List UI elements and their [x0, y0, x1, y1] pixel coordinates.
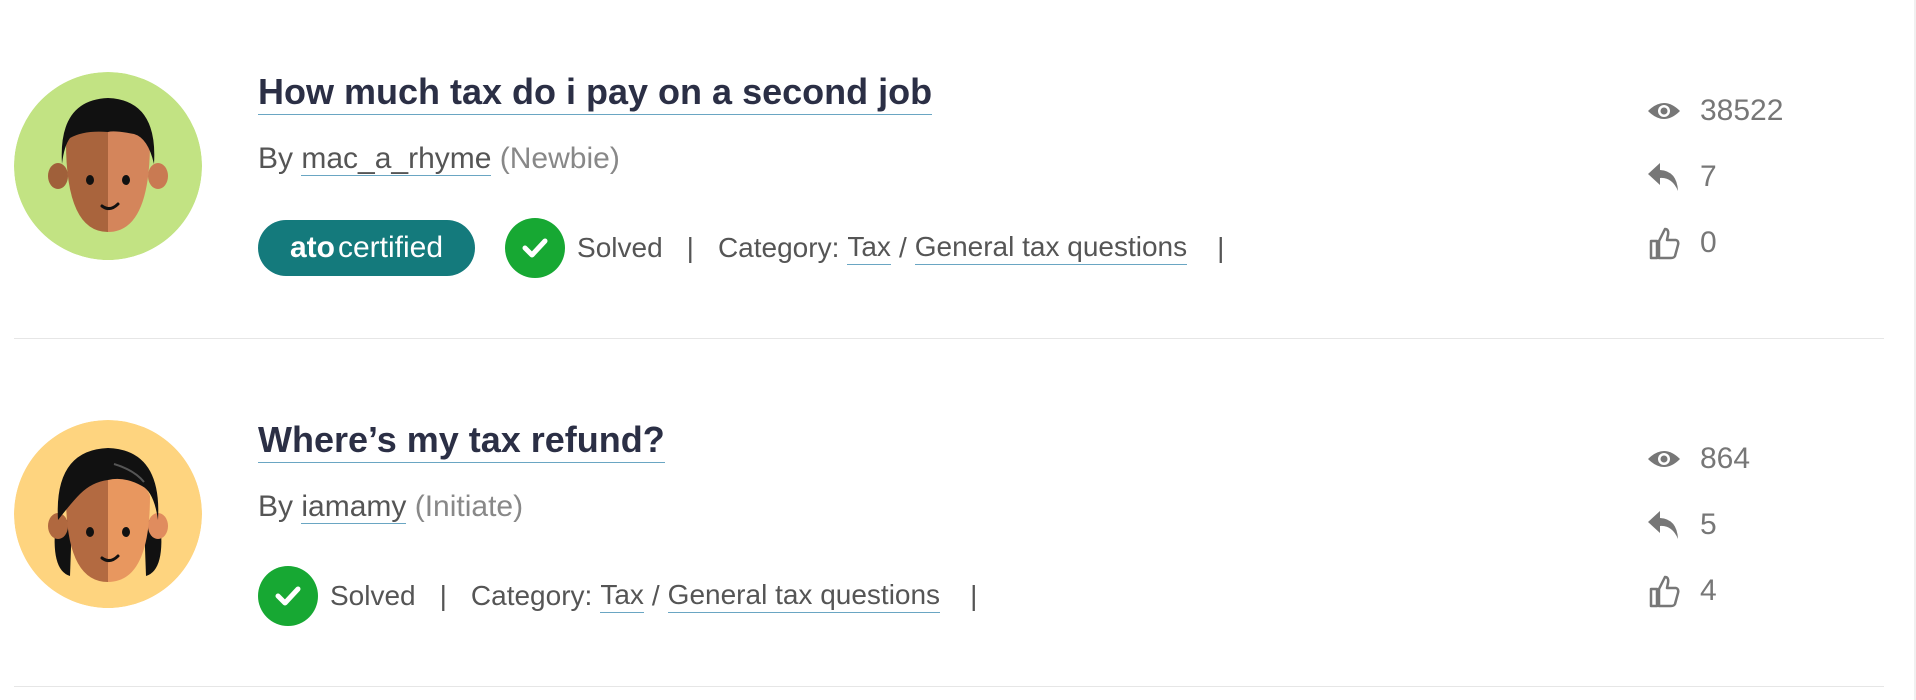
topic-title-link[interactable]: Where’s my tax refund? — [258, 420, 665, 463]
topic-list: How much tax do i pay on a second job By… — [0, 0, 1916, 700]
separator: | — [439, 580, 447, 611]
avatar[interactable] — [14, 72, 202, 260]
badge-certified-text: certified — [338, 231, 444, 264]
topic-stats: 864 5 4 — [1644, 426, 1844, 624]
views-stat: 864 — [1644, 426, 1844, 492]
topic-stats: 38522 7 0 — [1644, 78, 1844, 276]
byline: By iamamy (Initiate) — [258, 490, 523, 524]
by-label: By — [258, 490, 294, 523]
reply-arrow-icon — [1644, 157, 1684, 197]
author-rank: (Initiate) — [414, 490, 524, 523]
by-label: By — [258, 142, 294, 175]
byline: By mac_a_rhyme (Newbie) — [258, 142, 620, 176]
divider — [14, 686, 1884, 687]
author-link[interactable]: iamamy — [301, 490, 407, 524]
views-count: 864 — [1700, 442, 1751, 475]
separator: | — [1217, 232, 1225, 263]
reply-arrow-icon — [1644, 505, 1684, 545]
likes-count: 0 — [1700, 226, 1717, 259]
solved-label: Solved — [577, 232, 663, 263]
subcategory-link[interactable]: General tax questions — [667, 579, 941, 613]
category-slash: / — [651, 580, 660, 611]
category-label: Category: — [717, 232, 840, 263]
category-slash: / — [898, 232, 907, 263]
avatar-female-icon — [14, 420, 202, 608]
checkmark-icon — [258, 566, 318, 626]
thumbs-up-icon — [1644, 223, 1684, 263]
subcategory-link[interactable]: General tax questions — [914, 231, 1188, 265]
category-link[interactable]: Tax — [847, 231, 891, 265]
author-rank: (Newbie) — [499, 142, 620, 175]
separator: | — [970, 580, 978, 611]
category-label: Category: — [470, 580, 593, 611]
replies-stat: 5 — [1644, 492, 1844, 558]
eye-icon — [1644, 439, 1684, 479]
likes-count: 4 — [1700, 574, 1717, 607]
thumbs-up-icon — [1644, 571, 1684, 611]
likes-stat: 4 — [1644, 558, 1844, 624]
topic-meta: ato certified Solved | Category: Tax / Ge… — [258, 218, 1224, 278]
solved-label: Solved — [330, 580, 416, 611]
checkmark-icon — [505, 218, 566, 278]
badge-ato-text: ato — [290, 231, 335, 264]
topic-meta: Solved | Category: Tax / General tax que… — [258, 566, 977, 626]
ato-certified-badge: ato certified — [258, 220, 476, 276]
avatar-male-icon — [14, 72, 202, 260]
views-count: 38522 — [1700, 94, 1784, 127]
separator: | — [686, 232, 694, 263]
replies-stat: 7 — [1644, 144, 1844, 210]
topic-title-link[interactable]: How much tax do i pay on a second job — [258, 72, 933, 115]
eye-icon — [1644, 91, 1684, 131]
replies-count: 7 — [1700, 160, 1717, 193]
likes-stat: 0 — [1644, 210, 1844, 276]
category-link[interactable]: Tax — [600, 579, 644, 613]
divider — [14, 338, 1884, 339]
replies-count: 5 — [1700, 508, 1717, 541]
avatar[interactable] — [14, 420, 202, 608]
author-link[interactable]: mac_a_rhyme — [301, 142, 492, 176]
views-stat: 38522 — [1644, 78, 1844, 144]
